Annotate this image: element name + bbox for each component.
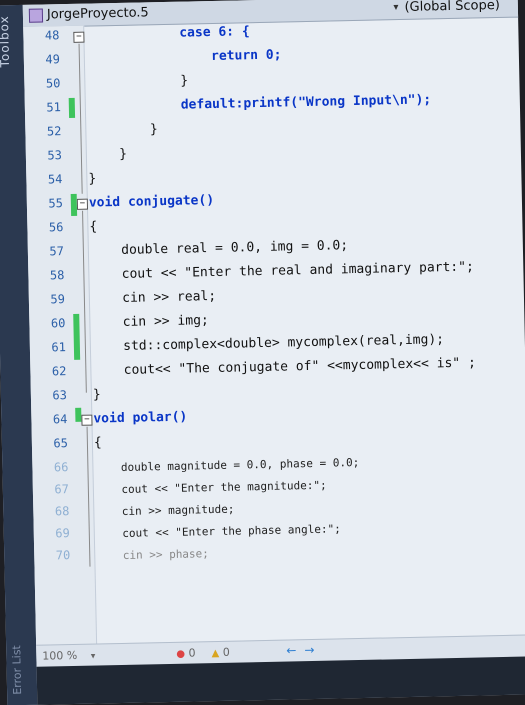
line-number: 59 <box>50 292 66 307</box>
code-line: } <box>180 73 189 89</box>
line-number: 55 <box>48 196 64 211</box>
line-number: 67 <box>54 482 70 497</box>
collapse-icon[interactable]: − <box>81 414 93 426</box>
code-area[interactable]: case 6: { return 0; } default:printf("Wr… <box>85 17 525 644</box>
code-line: cin >> img; <box>122 313 209 330</box>
code-line: } <box>88 171 97 187</box>
line-number: 68 <box>54 504 70 519</box>
line-number: 70 <box>55 548 71 563</box>
line-number: 52 <box>46 124 62 139</box>
collapse-icon[interactable]: − <box>73 31 85 43</box>
warning-icon: ▲ <box>211 647 220 660</box>
code-line: void polar() <box>93 409 188 427</box>
code-line: } <box>119 146 128 162</box>
code-line: double real = 0.0, img = 0.0; <box>121 238 349 258</box>
line-number: 62 <box>51 364 67 379</box>
chevron-down-icon: ▾ <box>393 2 399 14</box>
code-line: default:printf("Wrong Input\n"); <box>180 92 432 113</box>
scope-dropdown[interactable]: ▾ (Global Scope) <box>393 0 500 15</box>
scope-name: (Global Scope) <box>404 0 500 15</box>
error-count: ● 0 <box>176 646 196 660</box>
fold-guide <box>78 43 83 194</box>
code-line: cout << "Enter the magnitude:"; <box>121 478 327 496</box>
fold-guide <box>86 426 91 567</box>
line-number: 51 <box>46 100 62 115</box>
code-line: { <box>89 219 98 235</box>
project-dropdown[interactable]: JorgeProyecto.5 <box>28 5 149 23</box>
line-number: 60 <box>50 316 66 331</box>
line-number: 54 <box>47 172 63 187</box>
code-line: cout<< "The conjugate of" <<mycomplex<< … <box>123 355 476 378</box>
line-number: 48 <box>44 28 60 43</box>
project-icon <box>28 8 44 23</box>
line-number: 65 <box>53 436 69 451</box>
code-line: double magnitude = 0.0, phase = 0.0; <box>120 455 360 474</box>
line-number: 57 <box>49 244 65 259</box>
line-number: 69 <box>55 526 70 541</box>
change-marker <box>68 97 76 118</box>
code-line: cin >> magnitude; <box>121 502 235 518</box>
project-name: JorgeProyecto.5 <box>46 5 149 23</box>
forward-arrow-icon[interactable]: → <box>304 643 314 657</box>
code-editor-window: Toolbox Error List JorgeProyecto.5 ▾ (Gl… <box>0 0 525 705</box>
zoom-level: 100 % <box>42 648 78 663</box>
line-number: 63 <box>52 388 68 403</box>
line-number: 58 <box>49 268 65 283</box>
fold-guide <box>82 210 87 393</box>
collapse-icon[interactable]: − <box>76 198 89 210</box>
code-line: std::complex<double> mycomplex(real,img)… <box>123 332 445 354</box>
code-line: cout << "Enter the real and imaginary pa… <box>121 259 474 282</box>
toolbox-tab[interactable]: Toolbox <box>0 15 12 67</box>
code-line: } <box>149 122 158 138</box>
line-number: 66 <box>53 460 69 475</box>
warning-count: ▲ 0 <box>211 645 230 660</box>
line-number: 50 <box>45 76 61 91</box>
zoom-dropdown[interactable]: 100 % ▾ <box>42 649 95 663</box>
line-number: 53 <box>47 148 63 163</box>
back-arrow-icon[interactable]: ← <box>286 643 296 657</box>
change-marker <box>73 313 81 360</box>
line-number: 61 <box>51 340 67 355</box>
code-line: return 0; <box>210 47 282 65</box>
code-line: cout << "Enter the phase angle:"; <box>122 522 341 540</box>
navigation-arrows: ← → <box>286 643 314 658</box>
line-number: 56 <box>48 220 64 235</box>
code-line: case 6: { <box>179 24 250 41</box>
line-number-gutter: 48 49 50 51 52 53 54 55 56 57 58 59 60 6… <box>23 25 98 645</box>
code-line: void conjugate() <box>88 192 215 211</box>
error-list-tab[interactable]: Error List <box>10 645 24 695</box>
line-number: 49 <box>45 52 61 67</box>
error-icon: ● <box>176 648 186 660</box>
code-line: { <box>93 435 102 451</box>
chevron-down-icon: ▾ <box>90 651 96 662</box>
issue-counts[interactable]: ● 0 ▲ 0 <box>176 646 230 660</box>
code-line: } <box>92 387 101 403</box>
code-line: cin >> phase; <box>122 547 209 562</box>
code-line: cin >> real; <box>122 288 217 306</box>
line-number: 64 <box>52 412 68 427</box>
